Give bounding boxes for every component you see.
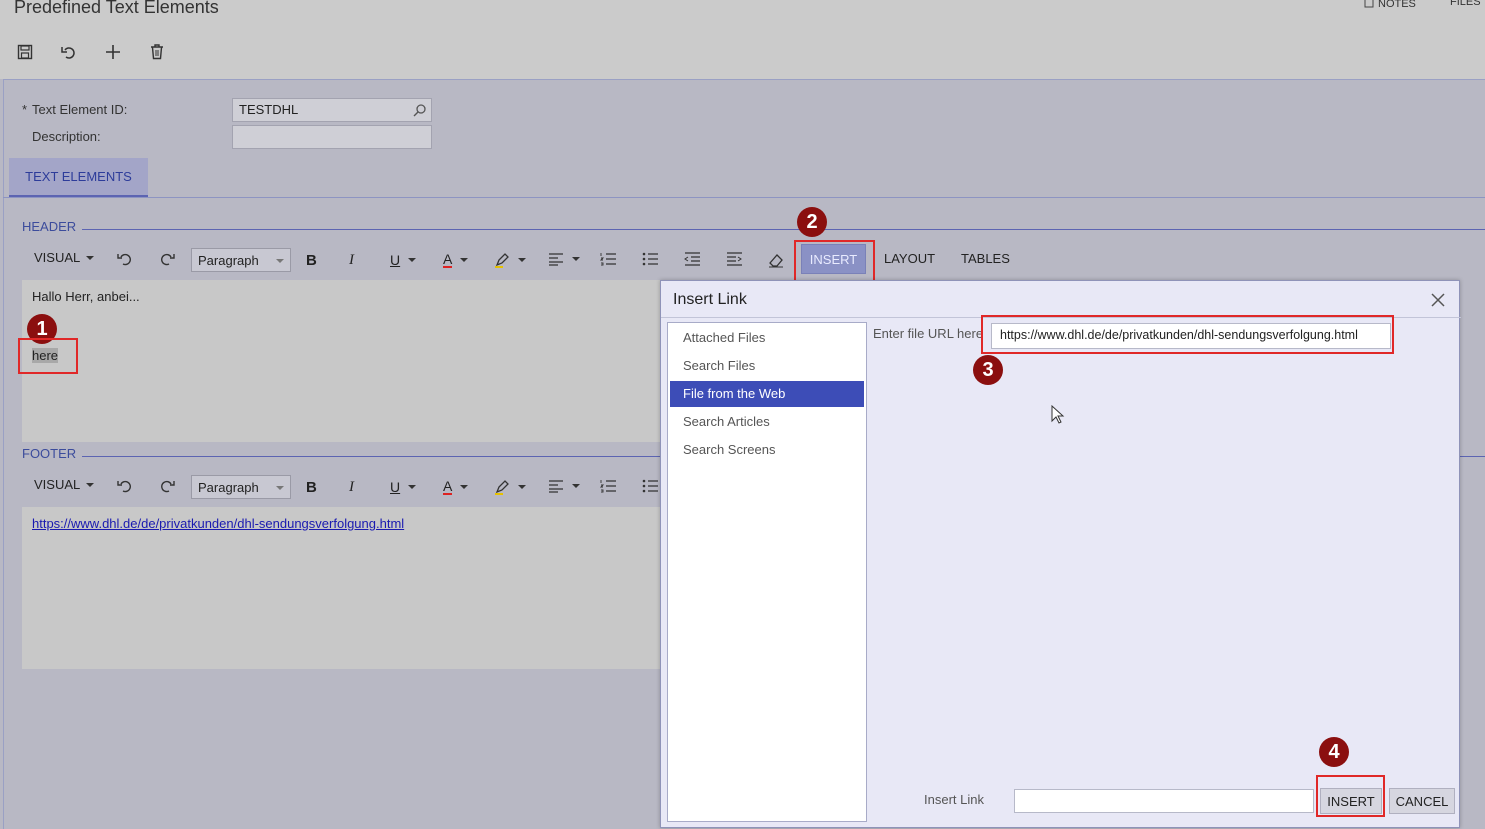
highlight-icon[interactable]	[494, 252, 526, 268]
header-paragraph-select[interactable]: Paragraph	[191, 248, 291, 272]
header-editor[interactable]: Hallo Herr, anbei... here	[22, 280, 662, 442]
dialog-cancel-button[interactable]: CANCEL	[1389, 788, 1455, 814]
header-mode-dropdown[interactable]: VISUAL	[34, 250, 95, 265]
font-color-icon[interactable]: A	[443, 479, 469, 495]
delete-icon[interactable]	[145, 40, 169, 64]
header-section-label: HEADER	[22, 219, 77, 234]
bullet-list-icon[interactable]	[642, 252, 658, 266]
header-section-line	[82, 229, 1485, 230]
bold-icon[interactable]: B	[306, 252, 317, 269]
font-color-icon[interactable]: A	[443, 252, 469, 268]
add-icon[interactable]	[101, 40, 125, 64]
numbered-list-icon[interactable]	[600, 479, 616, 493]
required-mark: *	[22, 102, 28, 117]
notes-label: NOTES	[1378, 0, 1416, 10]
header-layout-button[interactable]: LAYOUT	[884, 251, 935, 266]
text-element-id-label: Text Element ID:	[32, 102, 128, 117]
italic-icon[interactable]: I	[349, 479, 354, 496]
annotation-4: 4	[1319, 737, 1349, 767]
annotation-highlight-3	[981, 315, 1394, 354]
outdent-icon[interactable]	[684, 252, 700, 266]
dialog-title: Insert Link	[673, 291, 747, 308]
annotation-highlight-1	[18, 338, 78, 374]
tab-divider	[3, 197, 1485, 198]
underline-icon[interactable]: U	[390, 479, 417, 495]
save-icon[interactable]	[13, 40, 37, 64]
undo-icon[interactable]	[116, 477, 134, 493]
header-tables-button[interactable]: TABLES	[961, 251, 1010, 266]
top-bar	[0, 0, 1485, 79]
italic-icon[interactable]: I	[349, 252, 354, 269]
tab-text-elements[interactable]: TEXT ELEMENTS	[9, 158, 148, 198]
footer-mode-label: VISUAL	[34, 477, 81, 492]
annotation-3: 3	[973, 355, 1003, 385]
close-icon[interactable]	[1431, 291, 1445, 312]
notes-link[interactable]: NOTES	[1364, 0, 1416, 11]
chevron-down-icon	[86, 482, 95, 487]
undo-icon[interactable]	[57, 40, 81, 64]
source-search-screens[interactable]: Search Screens	[670, 437, 864, 463]
insert-link-label: Insert Link	[924, 792, 984, 807]
chevron-down-icon	[86, 255, 95, 260]
footer-editor[interactable]: https://www.dhl.de/de/privatkunden/dhl-s…	[22, 507, 662, 669]
source-search-files[interactable]: Search Files	[670, 353, 864, 379]
header-editor-toolbar: VISUAL Paragraph B I U A INSERT LAYOUT T…	[22, 240, 1485, 278]
url-label: Enter file URL here	[873, 326, 984, 341]
footer-editor-toolbar: VISUAL Paragraph B I U A	[22, 467, 662, 505]
footer-paragraph-label: Paragraph	[198, 480, 259, 495]
align-icon[interactable]	[548, 252, 580, 266]
annotation-highlight-4	[1316, 775, 1385, 817]
align-icon[interactable]	[548, 479, 580, 493]
undo-icon[interactable]	[116, 250, 134, 266]
chevron-down-icon	[276, 486, 284, 490]
bold-icon[interactable]: B	[306, 479, 317, 496]
annotation-2: 2	[797, 207, 827, 237]
search-icon[interactable]	[413, 103, 427, 120]
footer-link[interactable]: https://www.dhl.de/de/privatkunden/dhl-s…	[32, 516, 404, 531]
source-search-articles[interactable]: Search Articles	[670, 409, 864, 435]
cursor-icon	[1051, 404, 1065, 428]
source-attached-files[interactable]: Attached Files	[670, 325, 864, 351]
insert-link-input[interactable]	[1014, 789, 1314, 813]
redo-icon[interactable]	[158, 477, 176, 493]
indent-icon[interactable]	[726, 252, 742, 266]
text-element-id-field[interactable]: TESTDHL	[232, 98, 432, 122]
bullet-list-icon[interactable]	[642, 479, 658, 493]
annotation-highlight-2	[794, 240, 875, 282]
redo-icon[interactable]	[158, 250, 176, 266]
header-text-line: Hallo Herr, anbei...	[32, 289, 140, 304]
footer-mode-dropdown[interactable]: VISUAL	[34, 477, 95, 492]
highlight-icon[interactable]	[494, 479, 526, 495]
description-label: Description:	[32, 129, 101, 144]
numbered-list-icon[interactable]	[600, 252, 616, 266]
files-link[interactable]: FILES	[1450, 0, 1481, 8]
header-mode-label: VISUAL	[34, 250, 81, 265]
header-paragraph-label: Paragraph	[198, 253, 259, 268]
eraser-icon[interactable]	[768, 252, 784, 268]
source-list: Attached Files Search Files File from th…	[667, 322, 867, 822]
footer-paragraph-select[interactable]: Paragraph	[191, 475, 291, 499]
notes-icon	[1364, 0, 1374, 11]
footer-section-label: FOOTER	[22, 446, 77, 461]
page-title: Predefined Text Elements	[14, 0, 219, 17]
description-field[interactable]	[232, 125, 432, 149]
source-file-from-web[interactable]: File from the Web	[670, 381, 864, 407]
chevron-down-icon	[276, 259, 284, 263]
underline-icon[interactable]: U	[390, 252, 417, 268]
text-element-id-value: TESTDHL	[239, 102, 299, 117]
